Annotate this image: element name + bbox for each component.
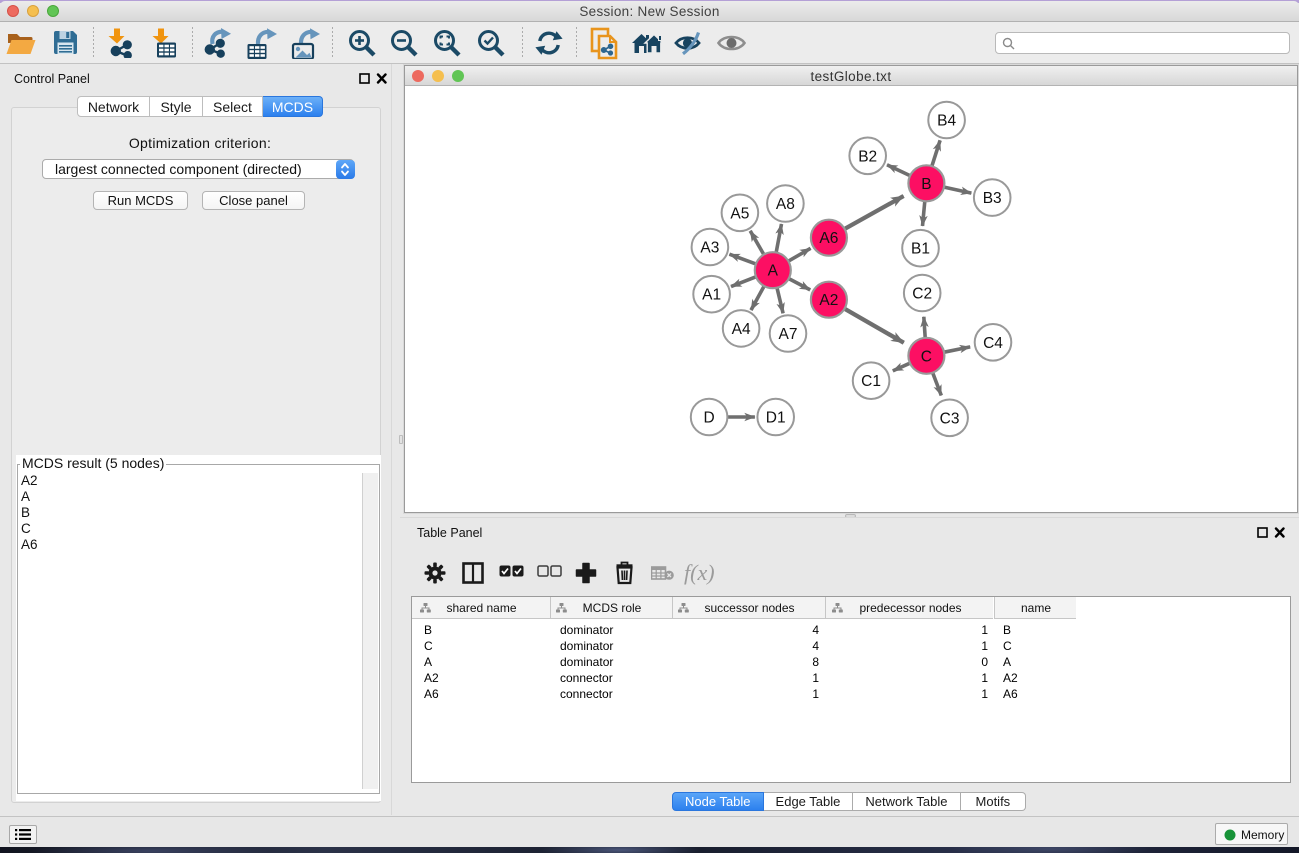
svg-text:D: D	[703, 410, 714, 427]
svg-text:A2: A2	[819, 292, 838, 309]
svg-text:B3: B3	[983, 190, 1002, 207]
svg-text:B1: B1	[911, 241, 930, 258]
svg-text:C2: C2	[912, 286, 932, 303]
svg-text:B2: B2	[858, 148, 877, 165]
svg-text:C3: C3	[940, 410, 960, 427]
svg-text:A7: A7	[779, 326, 798, 343]
svg-text:A8: A8	[776, 196, 795, 213]
svg-text:B4: B4	[937, 113, 956, 130]
svg-text:C: C	[921, 348, 932, 365]
svg-text:A5: A5	[730, 205, 749, 222]
svg-text:C4: C4	[983, 335, 1003, 352]
svg-text:B: B	[921, 176, 931, 193]
svg-text:D1: D1	[766, 410, 786, 427]
svg-text:A3: A3	[700, 240, 719, 257]
svg-text:A: A	[768, 263, 779, 280]
svg-text:A4: A4	[732, 321, 751, 338]
svg-text:C1: C1	[861, 373, 881, 390]
svg-text:A1: A1	[702, 287, 721, 304]
svg-text:A6: A6	[819, 230, 838, 247]
